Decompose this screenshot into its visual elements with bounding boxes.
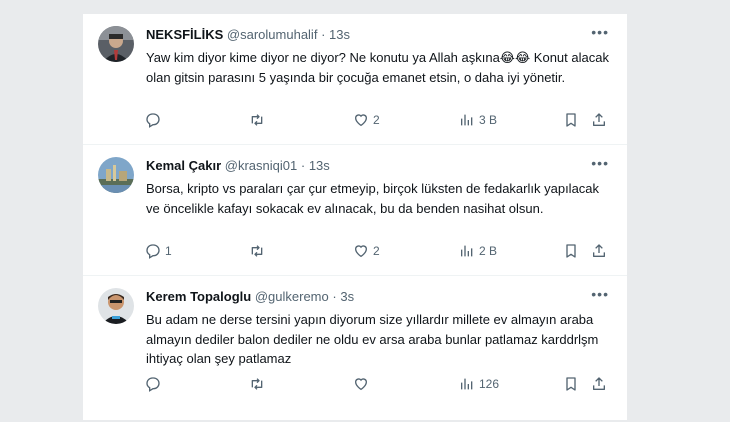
tweet-actions: 126 xyxy=(141,374,611,394)
avatar[interactable] xyxy=(98,157,134,193)
reply-button[interactable] xyxy=(145,110,165,130)
retweet-icon xyxy=(251,245,263,257)
bookmark-icon xyxy=(566,113,576,127)
reply-button[interactable]: 1 xyxy=(145,241,172,261)
tweet-text: Borsa, kripto vs paraları çar çur etmeyi… xyxy=(146,181,600,216)
tweet[interactable]: NEKSFİLİKS @sarolumuhalif · 13s ••• Yaw … xyxy=(83,14,627,145)
views-button[interactable]: 3 B xyxy=(459,110,497,130)
share-icon xyxy=(593,113,605,126)
share-icon xyxy=(593,377,605,390)
views-chart-icon xyxy=(461,245,473,257)
reply-icon xyxy=(146,244,160,259)
avatar[interactable] xyxy=(98,26,134,62)
heart-icon xyxy=(354,114,368,127)
tweet-header: NEKSFİLİKS @sarolumuhalif · 13s xyxy=(146,27,350,42)
handle[interactable]: @sarolumuhalif xyxy=(227,27,318,42)
tweet-header: Kemal Çakır @krasniqi01 · 13s xyxy=(146,158,330,173)
heart-icon xyxy=(354,245,368,258)
separator: · xyxy=(321,27,326,42)
view-count: 3 B xyxy=(479,113,498,127)
tweet-text: Yaw kim diyor kime diyor ne diyor? Ne ko… xyxy=(146,50,609,85)
retweet-button[interactable] xyxy=(249,241,269,261)
more-horizontal-icon[interactable]: ••• xyxy=(591,286,609,302)
views-button[interactable]: 126 xyxy=(459,374,499,394)
views-chart-icon xyxy=(461,114,473,126)
more-horizontal-icon[interactable]: ••• xyxy=(591,24,609,40)
reply-count: 1 xyxy=(165,244,172,258)
reply-icon xyxy=(146,377,160,392)
share-icon xyxy=(593,244,605,257)
tweet-actions: 2 3 B xyxy=(141,110,611,130)
like-count: 2 xyxy=(373,113,380,127)
view-count: 2 B xyxy=(479,244,498,258)
views-button[interactable]: 2 B xyxy=(459,241,497,261)
bookmark-icon xyxy=(566,244,576,258)
timestamp[interactable]: 13s xyxy=(309,158,330,173)
view-count: 126 xyxy=(479,377,500,391)
like-button[interactable]: 2 xyxy=(353,241,380,261)
share-button[interactable] xyxy=(591,374,607,394)
timestamp[interactable]: 3s xyxy=(340,289,354,304)
like-button[interactable] xyxy=(353,374,373,394)
timestamp[interactable]: 13s xyxy=(329,27,350,42)
share-button[interactable] xyxy=(591,110,607,130)
avatar[interactable] xyxy=(98,288,134,324)
handle[interactable]: @gulkeremo xyxy=(255,289,329,304)
tweet-actions: 1 2 2 B xyxy=(141,241,611,261)
views-chart-icon xyxy=(461,378,473,390)
more-horizontal-icon[interactable]: ••• xyxy=(591,155,609,171)
retweet-icon xyxy=(251,378,263,390)
heart-icon xyxy=(354,378,368,391)
timeline: NEKSFİLİKS @sarolumuhalif · 13s ••• Yaw … xyxy=(83,14,627,420)
display-name[interactable]: Kerem Topaloglu xyxy=(146,289,251,304)
reply-button[interactable] xyxy=(145,374,165,394)
bookmark-icon xyxy=(566,377,576,391)
bookmark-button[interactable] xyxy=(563,110,579,130)
like-button[interactable]: 2 xyxy=(353,110,380,130)
share-button[interactable] xyxy=(591,241,607,261)
retweet-icon xyxy=(251,114,263,126)
display-name[interactable]: Kemal Çakır xyxy=(146,158,221,173)
retweet-button[interactable] xyxy=(249,110,269,130)
retweet-button[interactable] xyxy=(249,374,269,394)
bookmark-button[interactable] xyxy=(563,374,579,394)
display-name[interactable]: NEKSFİLİKS xyxy=(146,27,223,42)
separator: · xyxy=(300,158,306,173)
tweet-text: Bu adam ne derse tersini yapın diyorum s… xyxy=(146,312,599,366)
bookmark-button[interactable] xyxy=(563,241,579,261)
like-count: 2 xyxy=(373,244,380,258)
tweet-header: Kerem Topaloglu @gulkeremo · 3s xyxy=(146,289,354,304)
separator: · xyxy=(332,289,337,304)
tweet[interactable]: Kemal Çakır @krasniqi01 · 13s ••• Borsa,… xyxy=(83,145,627,276)
handle[interactable]: @krasniqi01 xyxy=(225,158,297,173)
tweet[interactable]: Kerem Topaloglu @gulkeremo · 3s ••• Bu a… xyxy=(83,276,627,422)
reply-icon xyxy=(146,113,160,128)
